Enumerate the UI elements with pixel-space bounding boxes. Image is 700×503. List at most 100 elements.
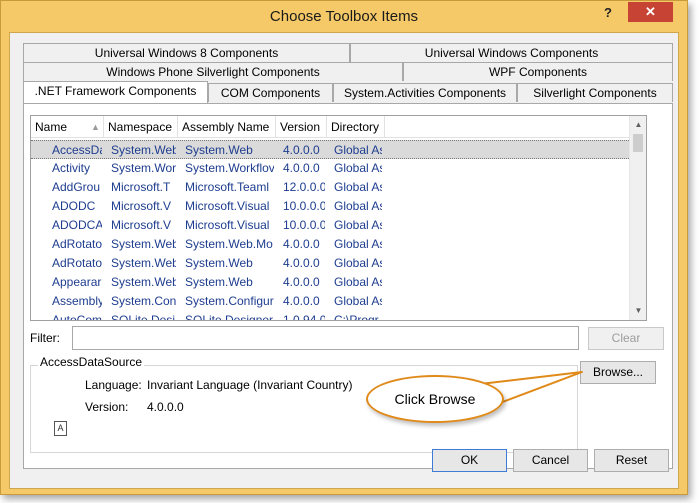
- clear-button[interactable]: Clear: [588, 327, 664, 350]
- cell-assembly: System.Configur: [185, 294, 274, 308]
- cell-version: 4.0.0.0: [283, 161, 320, 175]
- cell-directory: Global As: [334, 218, 382, 232]
- column-header-directory[interactable]: Directory: [327, 116, 385, 138]
- language-value: Invariant Language (Invariant Country): [147, 378, 353, 392]
- cell-directory: Global As: [334, 161, 382, 175]
- filter-label: Filter:: [30, 331, 60, 345]
- cell-namespace: Microsoft.T: [111, 180, 171, 194]
- language-label: Language:: [85, 378, 142, 392]
- tab-wpf[interactable]: WPF Components: [403, 62, 673, 81]
- cell-version: 10.0.0.0: [283, 199, 325, 213]
- cell-directory: C:\Progr: [334, 313, 379, 321]
- cell-name: AccessDa: [52, 143, 102, 157]
- cell-version: 12.0.0.0: [283, 180, 325, 194]
- column-header-label: Name: [35, 120, 68, 134]
- list-item[interactable]: AddGrou Microsoft.T Microsoft.Teaml 12.0.0.…: [31, 178, 631, 197]
- list-item[interactable]: AccessDa System.Web System.Web 4.0.0.0 Globa…: [31, 140, 631, 159]
- dialog-client-area: Universal Windows 8 Components Universal…: [9, 32, 679, 489]
- component-icon: A: [54, 421, 67, 436]
- window-title: Choose Toolbox Items: [269, 8, 419, 25]
- cell-directory: Global As: [334, 237, 382, 251]
- sort-ascending-icon: ▲: [91, 122, 100, 132]
- list-header: Name ▲ Namespace Assembly Name Version D…: [31, 116, 631, 138]
- cell-name: Appearar: [52, 275, 102, 289]
- cell-namespace: Microsoft.V: [111, 199, 172, 213]
- group-title: AccessDataSource: [38, 354, 145, 370]
- tab-silverlight[interactable]: Silverlight Components: [517, 83, 673, 102]
- cell-directory: Global As: [334, 199, 382, 213]
- cell-directory: Global As: [334, 143, 382, 157]
- scroll-thumb[interactable]: [633, 134, 643, 152]
- cell-name: AutoCom: [52, 313, 102, 321]
- close-button[interactable]: ✕: [628, 2, 673, 22]
- version-label: Version:: [85, 400, 129, 414]
- cell-version: 4.0.0.0: [283, 256, 320, 270]
- cell-namespace: System.Web: [111, 237, 176, 251]
- cell-assembly: Microsoft.Teaml: [185, 180, 270, 194]
- cell-assembly: Microsoft.Visual: [185, 218, 270, 232]
- list-item[interactable]: ADODC Microsoft.V Microsoft.Visual 10.0.0.0…: [31, 197, 631, 216]
- cell-name: AddGrou: [52, 180, 101, 194]
- vertical-scrollbar[interactable]: ▲ ▼: [629, 116, 646, 320]
- dialog-window: Choose Toolbox Items ? ✕ Universal Windo…: [0, 0, 688, 495]
- cell-version: 10.0.0.0: [283, 218, 325, 232]
- help-icon[interactable]: ?: [601, 5, 615, 21]
- list-item[interactable]: AdRotato System.Web System.Web.Mo 4.0.0.0 Gl…: [31, 235, 631, 254]
- column-header-version[interactable]: Version: [276, 116, 327, 138]
- cell-assembly: SQLite.Designer: [185, 313, 274, 321]
- cell-version: 4.0.0.0: [283, 143, 320, 157]
- cell-version: 4.0.0.0: [283, 237, 320, 251]
- click-browse-callout: Click Browse: [366, 375, 504, 423]
- tab-universal-windows-8[interactable]: Universal Windows 8 Components: [23, 43, 350, 62]
- cell-namespace: SQLite.Desi: [111, 313, 176, 321]
- tab-net-framework[interactable]: .NET Framework Components: [23, 81, 208, 103]
- cell-name: AdRotato: [52, 237, 102, 251]
- column-header-name[interactable]: Name ▲: [31, 116, 104, 138]
- cell-assembly: System.Web: [185, 143, 253, 157]
- cell-directory: Global As: [334, 294, 382, 308]
- version-value: 4.0.0.0: [147, 400, 184, 414]
- ok-button[interactable]: OK: [432, 449, 507, 472]
- cell-assembly: System.Web.Mo: [185, 237, 273, 251]
- column-header-assembly-name[interactable]: Assembly Name: [178, 116, 276, 138]
- tab-universal-windows[interactable]: Universal Windows Components: [350, 43, 673, 62]
- cell-assembly: Microsoft.Visual: [185, 199, 270, 213]
- cell-assembly: System.Workflov: [185, 161, 274, 175]
- tab-windows-phone-silverlight[interactable]: Windows Phone Silverlight Components: [23, 62, 403, 81]
- cell-namespace: System.Con: [111, 294, 176, 308]
- list-item[interactable]: AutoCom SQLite.Desi SQLite.Designer 1.0.94.…: [31, 311, 631, 321]
- title-bar: Choose Toolbox Items ? ✕: [1, 1, 687, 32]
- cell-namespace: System.Web: [111, 275, 176, 289]
- scroll-up-icon[interactable]: ▲: [630, 118, 646, 132]
- reset-button[interactable]: Reset: [594, 449, 669, 472]
- tab-system-activities[interactable]: System.Activities Components: [333, 83, 517, 102]
- cancel-button[interactable]: Cancel: [513, 449, 588, 472]
- cell-version: 4.0.0.0: [283, 294, 320, 308]
- cell-namespace: Microsoft.V: [111, 218, 172, 232]
- cell-name: ADODC: [52, 199, 96, 213]
- list-item[interactable]: ADODCA Microsoft.V Microsoft.Visual 10.0.0.…: [31, 216, 631, 235]
- cell-assembly: System.Web: [185, 256, 253, 270]
- cell-namespace: System.Web: [111, 256, 176, 270]
- cell-version: 1.0.94.0: [283, 313, 325, 321]
- filter-input[interactable]: [72, 326, 579, 350]
- list-item[interactable]: Activity System.Wor System.Workflov 4.0.0.0…: [31, 159, 631, 178]
- browse-button[interactable]: Browse...: [580, 361, 656, 384]
- cell-directory: Global As: [334, 275, 382, 289]
- column-header-namespace[interactable]: Namespace: [104, 116, 178, 138]
- tab-com[interactable]: COM Components: [208, 83, 333, 102]
- list-item[interactable]: Assembly System.Con System.Configur 4.0.0.0…: [31, 292, 631, 311]
- list-item[interactable]: AdRotato System.Web System.Web 4.0.0.0 Globa…: [31, 254, 631, 273]
- cell-namespace: System.Wor: [111, 161, 176, 175]
- cell-directory: Global As: [334, 180, 382, 194]
- list-item[interactable]: Appearar System.Web System.Web 4.0.0.0 Globa…: [31, 273, 631, 292]
- cell-name: AdRotato: [52, 256, 102, 270]
- cell-version: 4.0.0.0: [283, 275, 320, 289]
- cell-name: Assembly: [52, 294, 102, 308]
- components-list[interactable]: Name ▲ Namespace Assembly Name Version D…: [30, 115, 647, 321]
- scroll-down-icon[interactable]: ▼: [630, 304, 646, 318]
- cell-name: Activity: [52, 161, 91, 175]
- cell-name: ADODCA: [52, 218, 102, 232]
- cell-assembly: System.Web: [185, 275, 253, 289]
- list-body: AccessDa System.Web System.Web 4.0.0.0 Globa…: [31, 140, 631, 321]
